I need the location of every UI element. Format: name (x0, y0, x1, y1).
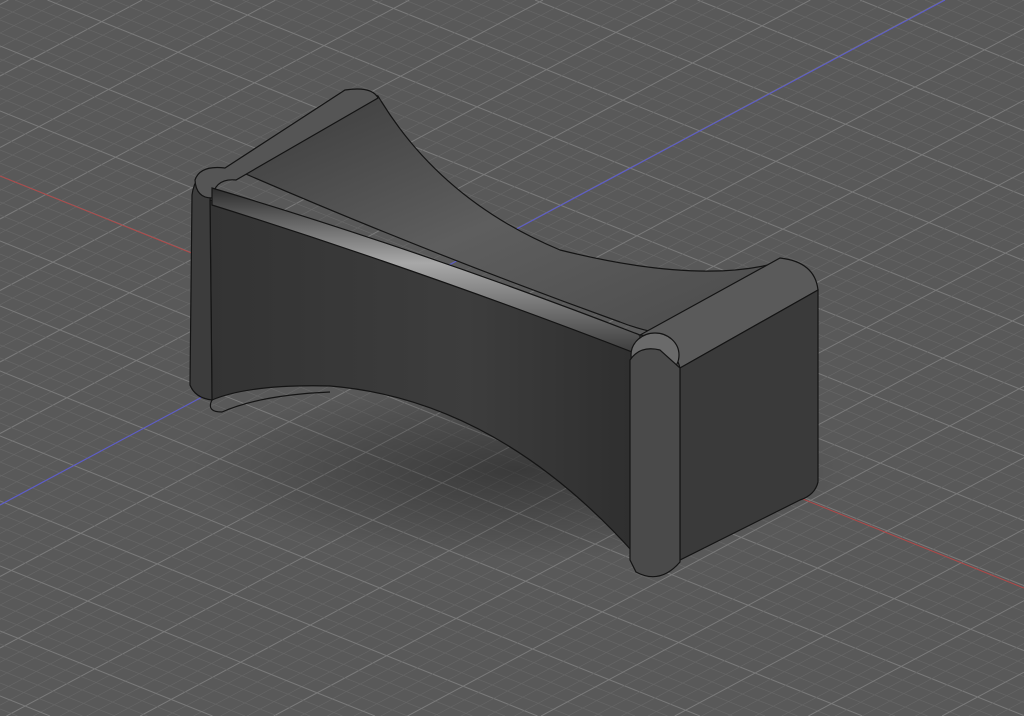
right-corner-edge (629, 348, 681, 578)
3d-viewport[interactable] (0, 0, 1024, 716)
viewport-canvas[interactable] (0, 0, 1024, 716)
